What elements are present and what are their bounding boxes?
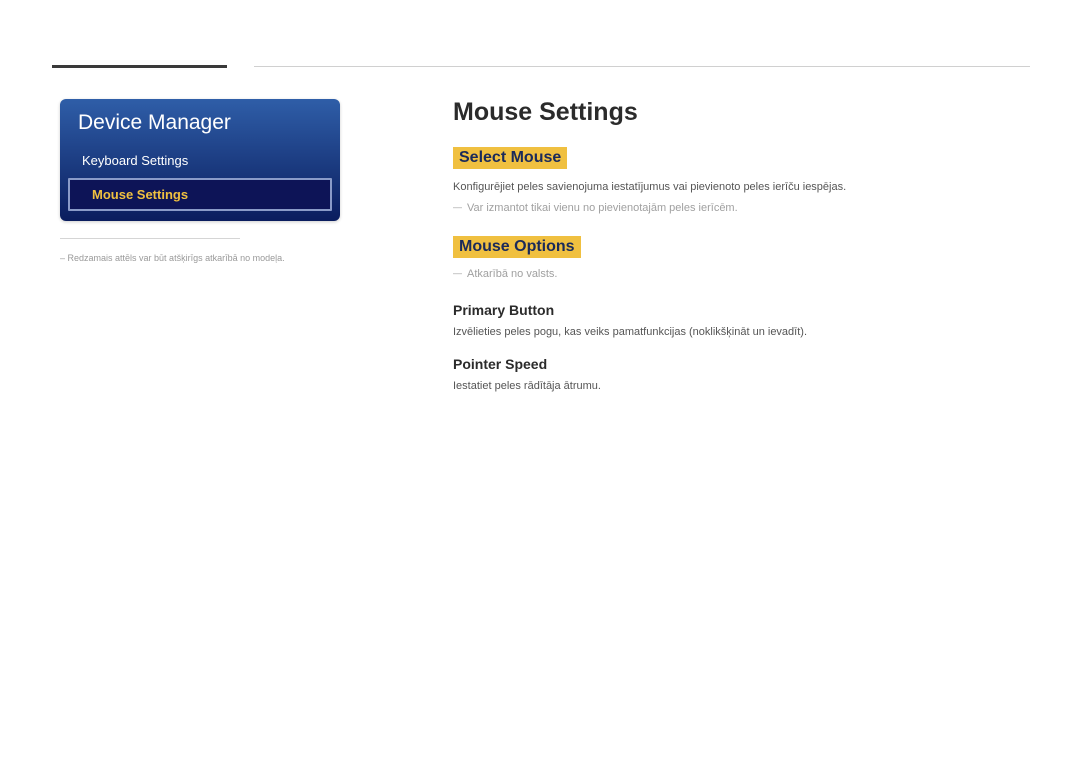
section-mouse-options: Mouse Options Atkarībā no valsts. Primar… xyxy=(453,236,1030,395)
subsection-pointer-speed: Pointer Speed Iestatiet peles rādītāja ā… xyxy=(453,356,1030,395)
body-primary-button: Izvēlieties peles pogu, kas veiks pamatf… xyxy=(453,324,1030,341)
sidebar-panel: Device Manager Keyboard Settings Mouse S… xyxy=(60,99,340,221)
page-title: Mouse Settings xyxy=(453,98,1030,127)
heading-select-mouse: Select Mouse xyxy=(453,147,567,169)
sidebar-title: Device Manager xyxy=(60,99,340,145)
main-content: Mouse Settings Select Mouse Konfigurējie… xyxy=(453,98,1030,415)
section-select-mouse: Select Mouse Konfigurējiet peles savieno… xyxy=(453,147,1030,214)
sidebar-item-mouse[interactable]: Mouse Settings xyxy=(68,178,332,211)
top-marker xyxy=(52,65,227,68)
sidebar-item-keyboard[interactable]: Keyboard Settings xyxy=(60,145,340,176)
note-select-mouse: Var izmantot tikai vienu no pievienotajā… xyxy=(453,202,1030,214)
body-select-mouse: Konfigurējiet peles savienojuma iestatīj… xyxy=(453,179,1030,196)
body-pointer-speed: Iestatiet peles rādītāja ātrumu. xyxy=(453,378,1030,395)
sidebar-separator xyxy=(60,238,240,239)
heading-mouse-options: Mouse Options xyxy=(453,236,581,258)
subheading-pointer-speed: Pointer Speed xyxy=(453,356,1030,372)
note-mouse-options: Atkarībā no valsts. xyxy=(453,268,1030,280)
sidebar-footnote: Redzamais attēls var būt atšķirīgs atkar… xyxy=(60,253,285,263)
top-divider xyxy=(254,66,1030,67)
subheading-primary-button: Primary Button xyxy=(453,302,1030,318)
subsection-primary-button: Primary Button Izvēlieties peles pogu, k… xyxy=(453,302,1030,341)
